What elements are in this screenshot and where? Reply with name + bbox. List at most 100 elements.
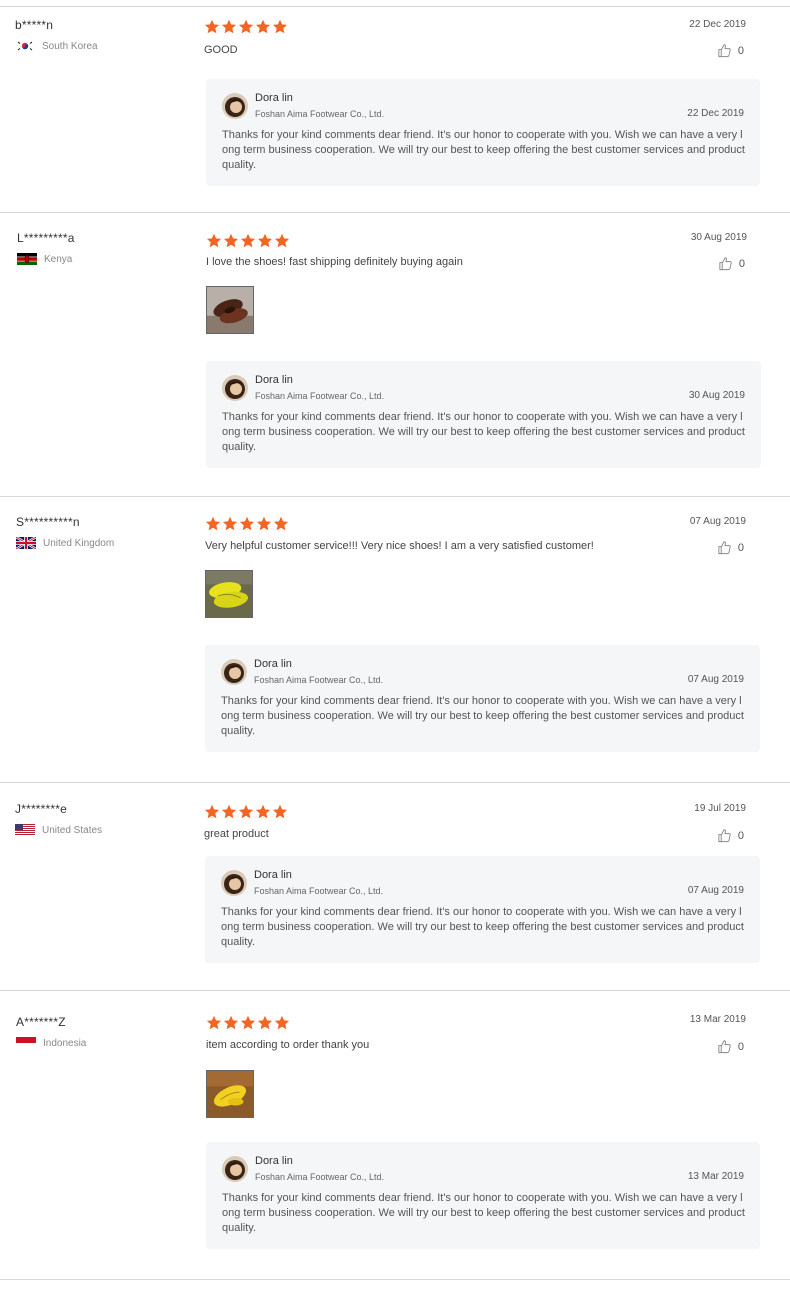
star-icon bbox=[273, 516, 289, 531]
reply-text: Thanks for your kind comments dear frien… bbox=[221, 906, 744, 948]
like-count: 0 bbox=[737, 541, 744, 554]
seller-avatar bbox=[222, 93, 248, 119]
seller-name: Dora lin bbox=[254, 658, 292, 670]
reviewer-country: United Kingdom bbox=[16, 537, 186, 549]
star-icon bbox=[272, 19, 288, 34]
reviews-page: b*****n South Korea 22 Dec 2019 GOOD 0 D… bbox=[0, 0, 790, 1300]
reply-text: Thanks for your kind comments dear frien… bbox=[222, 129, 745, 171]
reviewer-info: A*******Z Indonesia bbox=[16, 1015, 186, 1049]
thumbs-up-icon bbox=[717, 43, 738, 58]
reply-date: 30 Aug 2019 bbox=[688, 390, 745, 401]
star-icon bbox=[255, 19, 271, 34]
seller-reply: Dora lin Foshan Aima Footwear Co., Ltd. … bbox=[205, 645, 760, 752]
star-icon bbox=[222, 516, 238, 531]
united-states-flag-icon bbox=[15, 824, 35, 836]
seller-company: Foshan Aima Footwear Co., Ltd. bbox=[255, 1172, 385, 1182]
star-icon bbox=[221, 19, 237, 34]
reviewer-name: L*********a bbox=[17, 231, 75, 245]
helpful-button[interactable]: 0 bbox=[717, 43, 744, 58]
seller-avatar bbox=[221, 659, 247, 685]
reviewer-name: A*******Z bbox=[16, 1015, 66, 1029]
star-icon bbox=[204, 19, 220, 34]
seller-company: Foshan Aima Footwear Co., Ltd. bbox=[254, 886, 384, 896]
reviewer-country: Indonesia bbox=[16, 1037, 186, 1049]
like-count: 0 bbox=[737, 44, 744, 57]
reply-date: 13 Mar 2019 bbox=[687, 1171, 744, 1182]
star-icon bbox=[255, 804, 271, 819]
like-count: 0 bbox=[737, 1040, 744, 1053]
seller-reply: Dora lin Foshan Aima Footwear Co., Ltd. … bbox=[205, 856, 760, 963]
helpful-button[interactable]: 0 bbox=[718, 256, 745, 271]
star-icon bbox=[240, 233, 256, 248]
reviewer-name: S**********n bbox=[16, 515, 80, 529]
star-rating bbox=[205, 516, 289, 532]
review-date: 30 Aug 2019 bbox=[690, 232, 747, 243]
seller-avatar bbox=[222, 375, 248, 401]
helpful-button[interactable]: 0 bbox=[717, 540, 744, 555]
reviewer-info: J********e United States bbox=[15, 802, 185, 836]
reviewer-info: S**********n United Kingdom bbox=[16, 515, 186, 549]
helpful-button[interactable]: 0 bbox=[717, 828, 744, 843]
star-icon bbox=[223, 1015, 239, 1030]
reply-text: Thanks for your kind comments dear frien… bbox=[222, 1192, 745, 1234]
reviewer-name: b*****n bbox=[15, 18, 54, 32]
review-photo[interactable] bbox=[205, 570, 253, 618]
helpful-button[interactable]: 0 bbox=[717, 1039, 744, 1054]
reviewer-country: South Korea bbox=[15, 40, 185, 52]
review-item: J********e United States 19 Jul 2019 gre… bbox=[0, 782, 790, 990]
star-icon bbox=[239, 516, 255, 531]
thumbs-up-icon bbox=[717, 1039, 738, 1054]
review-item: A*******Z Indonesia 13 Mar 2019 item acc… bbox=[0, 990, 790, 1280]
review-date: 13 Mar 2019 bbox=[689, 1014, 746, 1025]
reply-date: 22 Dec 2019 bbox=[687, 108, 744, 119]
seller-avatar bbox=[222, 1156, 248, 1182]
reply-date: 07 Aug 2019 bbox=[687, 674, 744, 685]
reply-date: 07 Aug 2019 bbox=[687, 885, 744, 896]
like-count: 0 bbox=[738, 257, 745, 270]
star-icon bbox=[221, 804, 237, 819]
country-label: United Kingdom bbox=[43, 537, 115, 549]
star-icon bbox=[274, 1015, 290, 1030]
star-icon bbox=[257, 233, 273, 248]
star-rating bbox=[206, 1015, 290, 1031]
star-icon bbox=[223, 233, 239, 248]
star-icon bbox=[238, 19, 254, 34]
star-rating bbox=[204, 19, 288, 35]
star-icon bbox=[274, 233, 290, 248]
united-kingdom-flag-icon bbox=[16, 537, 36, 549]
country-label: United States bbox=[42, 824, 103, 836]
reviewer-country: Kenya bbox=[17, 253, 187, 265]
seller-company: Foshan Aima Footwear Co., Ltd. bbox=[254, 675, 384, 685]
review-item: b*****n South Korea 22 Dec 2019 GOOD 0 D… bbox=[0, 6, 790, 212]
star-icon bbox=[204, 804, 220, 819]
review-text: Very helpful customer service!!! Very ni… bbox=[205, 540, 594, 552]
country-label: South Korea bbox=[42, 40, 98, 52]
review-date: 07 Aug 2019 bbox=[689, 516, 746, 527]
seller-reply: Dora lin Foshan Aima Footwear Co., Ltd. … bbox=[206, 79, 760, 186]
indonesia-flag-icon bbox=[16, 1037, 36, 1049]
review-photo[interactable] bbox=[206, 286, 254, 334]
thumbs-up-icon bbox=[717, 540, 738, 555]
thumbs-up-icon bbox=[718, 256, 739, 271]
review-text: item according to order thank you bbox=[206, 1039, 370, 1051]
kenya-flag-icon bbox=[17, 253, 37, 265]
review-item: S**********n United Kingdom 07 Aug 2019 … bbox=[0, 496, 790, 782]
reviewer-name: J********e bbox=[15, 802, 68, 816]
star-icon bbox=[205, 516, 221, 531]
reply-text: Thanks for your kind comments dear frien… bbox=[221, 695, 744, 737]
star-rating bbox=[206, 233, 290, 249]
star-icon bbox=[272, 804, 288, 819]
review-text: great product bbox=[204, 828, 269, 840]
reply-text: Thanks for your kind comments dear frien… bbox=[222, 411, 745, 453]
like-count: 0 bbox=[737, 829, 744, 842]
seller-company: Foshan Aima Footwear Co., Ltd. bbox=[255, 109, 385, 119]
south-korea-flag-icon bbox=[15, 40, 35, 52]
reviewer-info: L*********a Kenya bbox=[17, 231, 187, 265]
review-item: L*********a Kenya 30 Aug 2019 I love the… bbox=[0, 212, 790, 496]
review-date: 19 Jul 2019 bbox=[694, 803, 746, 814]
thumbs-up-icon bbox=[717, 828, 738, 843]
star-icon bbox=[238, 804, 254, 819]
review-text: I love the shoes! fast shipping definite… bbox=[206, 256, 463, 268]
review-text: GOOD bbox=[204, 44, 238, 56]
review-photo[interactable] bbox=[206, 1070, 254, 1118]
